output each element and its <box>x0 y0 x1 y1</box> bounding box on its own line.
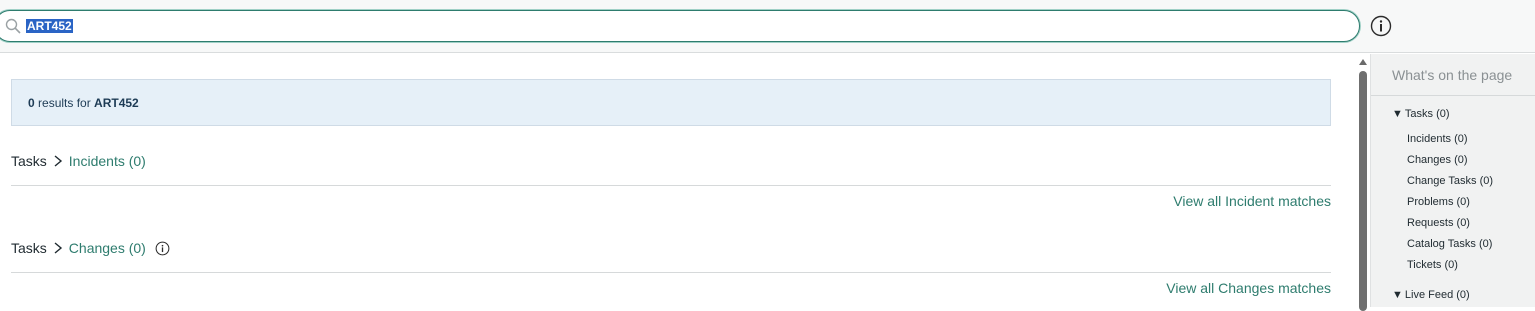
side-item-incidents[interactable]: Incidents (0) <box>1407 133 1468 145</box>
whats-on-page-panel: What's on the page ▼ Tasks (0) Incidents… <box>1370 54 1535 307</box>
results-scrollbar[interactable] <box>1356 54 1370 311</box>
divider <box>11 185 1331 186</box>
side-item-requests[interactable]: Requests (0) <box>1407 217 1470 229</box>
global-search-box[interactable]: ART452 <box>0 10 1360 42</box>
side-item-changes[interactable]: Changes (0) <box>1407 154 1468 166</box>
view-all-changes-link[interactable]: View all Changes matches <box>1166 280 1331 296</box>
side-item-catalog-tasks[interactable]: Catalog Tasks (0) <box>1407 238 1492 250</box>
side-group-label[interactable]: Live Feed (0) <box>1405 289 1470 301</box>
results-mid-text: results for <box>34 96 95 110</box>
side-group-live-feed[interactable]: ▼ Live Feed (0) <box>1392 289 1470 301</box>
results-query: ART452 <box>94 96 139 110</box>
scroll-thumb[interactable] <box>1359 71 1367 311</box>
info-icon[interactable] <box>1369 14 1393 38</box>
section-link-incidents[interactable]: Incidents (0) <box>69 153 146 169</box>
side-panel-title: What's on the page <box>1392 67 1513 83</box>
divider <box>11 272 1331 273</box>
chevron-right-icon <box>54 155 62 167</box>
results-summary: 0 results for ART452 <box>28 96 139 110</box>
side-item-problems[interactable]: Problems (0) <box>1407 196 1470 208</box>
scroll-up-arrow-icon[interactable] <box>1359 59 1367 65</box>
side-group-tasks[interactable]: ▼ Tasks (0) <box>1392 108 1450 120</box>
side-group-label[interactable]: Tasks (0) <box>1405 108 1450 120</box>
search-icon <box>5 18 21 34</box>
results-count: 0 <box>28 96 35 110</box>
search-input-value[interactable]: ART452 <box>26 19 73 33</box>
info-icon[interactable] <box>155 241 170 256</box>
collapse-triangle-icon[interactable]: ▼ <box>1392 289 1403 301</box>
view-all-incidents-link[interactable]: View all Incident matches <box>1173 193 1331 209</box>
chevron-right-icon <box>54 242 62 254</box>
side-item-tickets[interactable]: Tickets (0) <box>1407 259 1458 271</box>
section-title-changes: Tasks Changes (0) <box>11 240 170 256</box>
breadcrumb-parent: Tasks <box>11 153 47 169</box>
results-summary-banner: 0 results for ART452 <box>11 79 1331 126</box>
divider <box>1371 95 1535 96</box>
side-item-change-tasks[interactable]: Change Tasks (0) <box>1407 175 1493 187</box>
top-search-bar: ART452 <box>0 0 1535 53</box>
search-results: 0 results for ART452 Tasks Incidents (0)… <box>0 54 1356 307</box>
section-title-incidents: Tasks Incidents (0) <box>11 153 146 169</box>
collapse-triangle-icon[interactable]: ▼ <box>1392 108 1403 120</box>
breadcrumb-parent: Tasks <box>11 240 47 256</box>
section-link-changes[interactable]: Changes (0) <box>69 240 146 256</box>
